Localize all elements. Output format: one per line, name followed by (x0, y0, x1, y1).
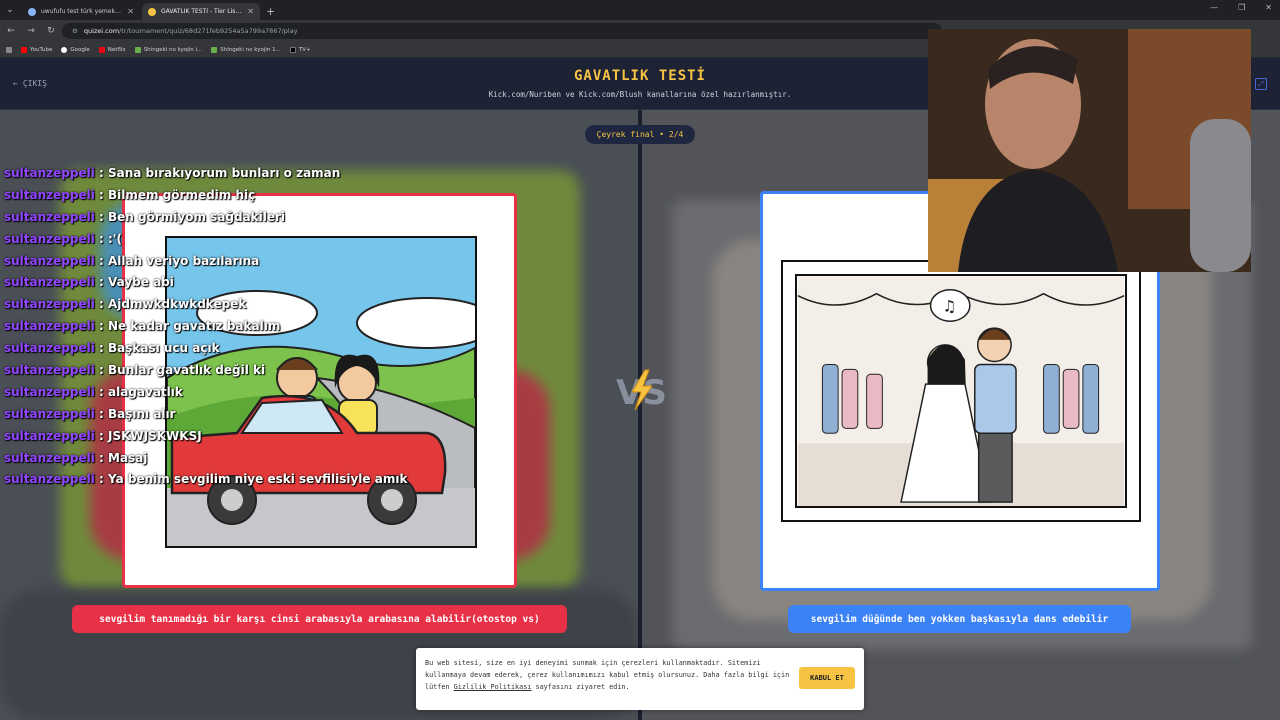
browser-tab[interactable]: uwufufu test türk yemekleri - G ✕ (22, 3, 140, 20)
tab-favicon-icon (148, 7, 156, 16)
chat-message: sultanzeppeli : Ya benim sevgilim niye e… (4, 472, 408, 487)
right-option-label[interactable]: sevgilim düğünde ben yokken başkasıyla d… (788, 605, 1131, 633)
tvplus-icon (289, 46, 296, 53)
chat-message: sultanzeppeli : Ne kadar gavatız bakalım (4, 319, 281, 334)
tab-title: uwufufu test türk yemekleri - G (41, 8, 123, 15)
chat-message: sultanzeppeli : JSKWJSKWKSJ (4, 428, 202, 443)
versus-icon: VS (616, 369, 667, 412)
url-field[interactable]: ⚙ quizei.com/tr/tournament/quiz/68d271fe… (62, 23, 942, 39)
round-indicator: Çeyrek final • 2/4 (585, 125, 695, 144)
privacy-policy-link[interactable]: Gizlilik Politikası (454, 683, 532, 691)
bookmark-tvplus[interactable]: TV+ (289, 46, 311, 53)
maximize-icon[interactable]: ❐ (1238, 3, 1245, 12)
close-tab-icon[interactable]: ✕ (247, 7, 254, 16)
browser-tab-bar: ⌄ uwufufu test türk yemekleri - G ✕ GAVA… (0, 0, 1280, 20)
bookmark-icon (211, 46, 218, 53)
left-option-label[interactable]: sevgilim tanımadığı bir karşı cinsi arab… (72, 605, 567, 633)
bookmark-icon (134, 46, 141, 53)
chat-message: sultanzeppeli : Bunlar gavatlık değil ki (4, 362, 266, 377)
browser-tab-active[interactable]: GAVATLIK TESTİ - Tier List, Kör ✕ (142, 3, 260, 20)
webcam-overlay (928, 29, 1251, 272)
chat-message: sultanzeppeli : Vaybe abi (4, 275, 174, 290)
chat-message: sultanzeppeli : Sana bırakıyorum bunları… (4, 165, 341, 180)
tab-title: GAVATLIK TESTİ - Tier List, Kör (161, 8, 243, 15)
site-info-icon[interactable]: ⚙ (72, 27, 78, 35)
bookmark-google[interactable]: Google (61, 46, 90, 53)
chat-message: sultanzeppeli : Ajdmwkdkwkdkepek (4, 297, 247, 312)
bookmark-youtube[interactable]: YouTube (21, 46, 52, 53)
url-path: /tr/tournament/quiz/68d271feb9254a5a799a… (119, 27, 298, 35)
chat-message: sultanzeppeli : Ben görmiyom sağdakileri (4, 209, 286, 224)
cookie-text: Bu web sitesi, size en iyi deneyimi sunm… (425, 659, 790, 691)
tab-favicon-icon (28, 7, 36, 16)
bookmark-shingeki-2[interactable]: Shingeki no kyojin 1... (211, 46, 281, 53)
window-controls: — ❐ ✕ (1210, 3, 1272, 12)
chat-message: sultanzeppeli : Başkası ucu açık (4, 341, 220, 356)
reload-icon[interactable]: ↻ (46, 26, 56, 36)
url-host: quizei.com (83, 27, 120, 35)
new-tab-icon[interactable]: + (266, 5, 275, 18)
chat-message: sultanzeppeli : Bilmem görmedim hiç (4, 187, 256, 202)
chat-message: sultanzeppeli : Masaj (4, 450, 148, 465)
svg-text:♫: ♫ (942, 296, 956, 315)
netflix-icon (98, 46, 105, 53)
cookie-banner: Bu web sitesi, size en iyi deneyimi sunm… (416, 648, 864, 710)
bookmark-netflix[interactable]: Netflix (98, 46, 126, 53)
chat-message: sultanzeppeli : alagavatlık (4, 384, 183, 399)
wedding-dance-illustration: ♫ (781, 260, 1141, 522)
minimize-icon[interactable]: — (1210, 3, 1218, 12)
center-divider (638, 110, 642, 720)
back-icon[interactable]: ← (6, 26, 16, 36)
stream-chat-overlay: sultanzeppeli : Sana bırakıyorum bunları… (4, 162, 424, 490)
accept-cookies-button[interactable]: KABUL ET (799, 667, 855, 689)
tab-search-icon[interactable]: ⌄ (0, 0, 20, 20)
bookmark-shingeki-1[interactable]: Shingeki no kyojin i... (134, 46, 202, 53)
forward-icon[interactable]: → (26, 26, 36, 36)
close-tab-icon[interactable]: ✕ (127, 7, 134, 16)
chat-message: sultanzeppeli : :'( (4, 231, 122, 246)
apps-icon[interactable] (6, 46, 12, 53)
google-icon (61, 46, 68, 53)
fullscreen-icon[interactable]: ⤢ (1255, 78, 1267, 90)
youtube-icon (21, 46, 27, 53)
close-window-icon[interactable]: ✕ (1265, 3, 1272, 12)
chat-message: sultanzeppeli : Başını alır (4, 406, 176, 421)
chat-message: sultanzeppeli : Allah veriyo bazılarına (4, 253, 260, 268)
